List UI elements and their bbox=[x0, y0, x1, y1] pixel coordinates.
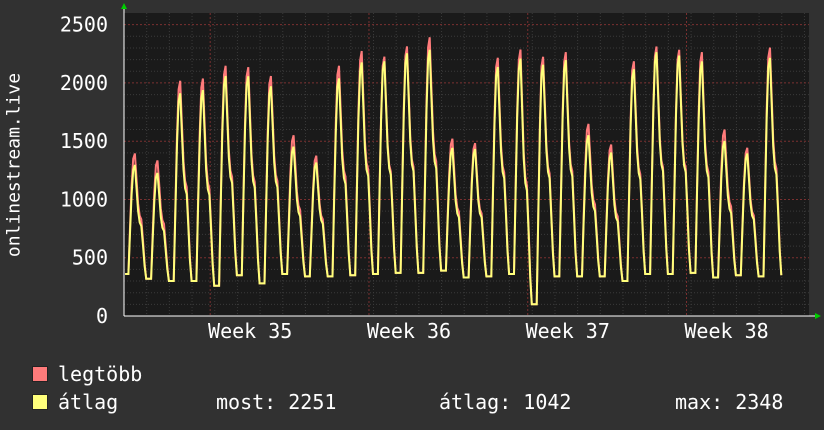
legend-swatch-legtobb bbox=[32, 366, 48, 382]
legend-label-atlag: átlag bbox=[58, 390, 119, 414]
stat-now: most: 2251 bbox=[216, 390, 337, 414]
x-tick-label: Week 36 bbox=[367, 319, 451, 343]
y-tick-label: 0 bbox=[96, 304, 108, 328]
x-tick-label: Week 37 bbox=[526, 319, 610, 343]
x-axis-arrow-icon bbox=[815, 313, 821, 319]
legend-swatch-atlag bbox=[32, 394, 48, 410]
y-tick-label: 500 bbox=[72, 246, 108, 270]
chart: 05001000150020002500 Week 35 Week 36 Week … bbox=[60, 3, 821, 343]
legend-item-atlag: átlag most: 2251 átlag: 1042 max: 2348 bbox=[32, 390, 812, 414]
x-axis-ticks: Week 35 Week 36 Week 37 Week 38 bbox=[208, 319, 769, 343]
x-tick-label: Week 38 bbox=[684, 319, 768, 343]
y-tick-label: 2500 bbox=[60, 13, 108, 37]
legend-label-legtobb: legtöbb bbox=[58, 362, 143, 386]
stat-max: max: 2348 bbox=[675, 390, 784, 414]
y-axis-ticks: 0 500 1000 1500 2000 2500 bbox=[60, 13, 108, 328]
y-axis-arrow-icon bbox=[121, 3, 127, 9]
y-tick-label: 1000 bbox=[60, 187, 108, 211]
stat-average: átlag: 1042 bbox=[439, 390, 572, 414]
legend-item-legtobb: legtöbb bbox=[32, 362, 812, 386]
y-tick-label: 2000 bbox=[60, 71, 108, 95]
x-tick-label: Week 35 bbox=[208, 319, 292, 343]
y-axis-label: onlinestream.live bbox=[3, 72, 25, 258]
y-tick-label: 1500 bbox=[60, 129, 108, 153]
